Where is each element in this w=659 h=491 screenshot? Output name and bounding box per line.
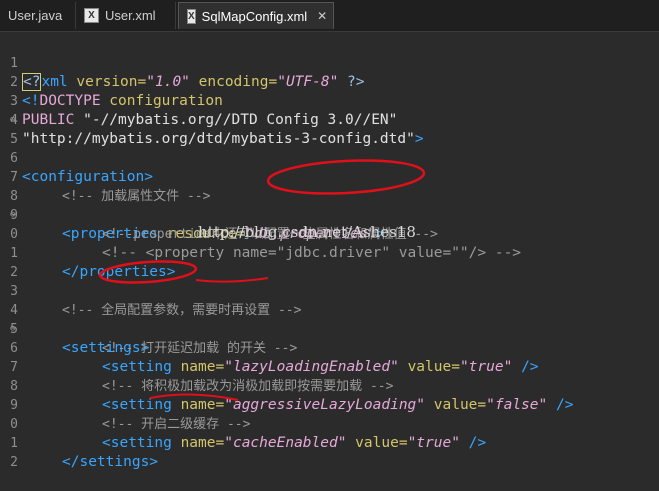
code-line: 5 <!-- 打开延迟加载 的开关 --> xyxy=(0,301,659,356)
tab-label: SqlMapConfig.xml xyxy=(201,8,308,24)
code-editor[interactable]: 1 <?xml version="1.0" encoding="UTF-8" ?… xyxy=(0,31,659,470)
code-line: 9 <!-- 开启二级缓存 --> xyxy=(0,377,659,432)
xml-file-icon: X xyxy=(84,8,99,23)
line-number: 2 xyxy=(10,455,18,470)
code-line: 4 "http://mybatis.org/dtd/mybatis-3-conf… xyxy=(0,92,659,147)
code-line: 0 <setting name="cacheEnabled" value="tr… xyxy=(0,396,659,451)
tab-sqlmapconfig-xml[interactable]: X SqlMapConfig.xml ✕ xyxy=(178,2,334,29)
fold-icon[interactable]: ⊖ xyxy=(10,111,18,130)
tab-label: User.xml xyxy=(105,8,156,23)
code-line: 7 <!-- 将积极加载改为消极加载即按需要加载 --> xyxy=(0,339,659,394)
code-line: 5 ⊖ <configuration> xyxy=(0,111,659,185)
xml-file-icon: X xyxy=(187,8,196,24)
code-line: 8 <setting name="aggressiveLazyLoading" … xyxy=(0,358,659,413)
settings-close-tag: </settings> xyxy=(62,454,159,470)
code-line: 3 PUBLIC "-//mybatis.org//DTD Config 3.0… xyxy=(0,73,659,128)
code-line: 6 xyxy=(0,130,659,166)
close-tab-icon[interactable]: ✕ xyxy=(317,9,327,23)
code-line: 6 <setting name="lazyLoadingEnabled" val… xyxy=(0,320,659,375)
code-line: 2 xyxy=(0,244,659,280)
code-line: 1 </settings> xyxy=(0,415,659,470)
code-line: 7 <!-- 加载属性文件 --> xyxy=(0,149,659,204)
tab-user-xml[interactable]: X User.xml xyxy=(76,2,176,29)
code-line: 1 <?xml version="1.0" encoding="UTF-8" ?… xyxy=(0,35,659,91)
blog-watermark: http://blog.csdn.net/Ashes18 xyxy=(198,223,416,241)
editor-tab-bar: User.java X User.xml X SqlMapConfig.xml … xyxy=(0,0,659,32)
code-line: 3 <!-- 全局配置参数，需要时再设置 --> xyxy=(0,263,659,318)
code-line: 9 <!--properties中还可以配置一些属性名和属性值 --> xyxy=(0,187,659,242)
code-line: 2 <!DOCTYPE configuration xyxy=(0,54,659,109)
code-line: 4 ⊖ <settings> xyxy=(0,282,659,356)
tab-user-java[interactable]: User.java xyxy=(0,2,76,29)
code-line: 8 ⊖ <properties resource="db.properties"… xyxy=(0,168,659,242)
tab-label: User.java xyxy=(8,8,63,23)
code-line: 2 xyxy=(0,434,659,470)
